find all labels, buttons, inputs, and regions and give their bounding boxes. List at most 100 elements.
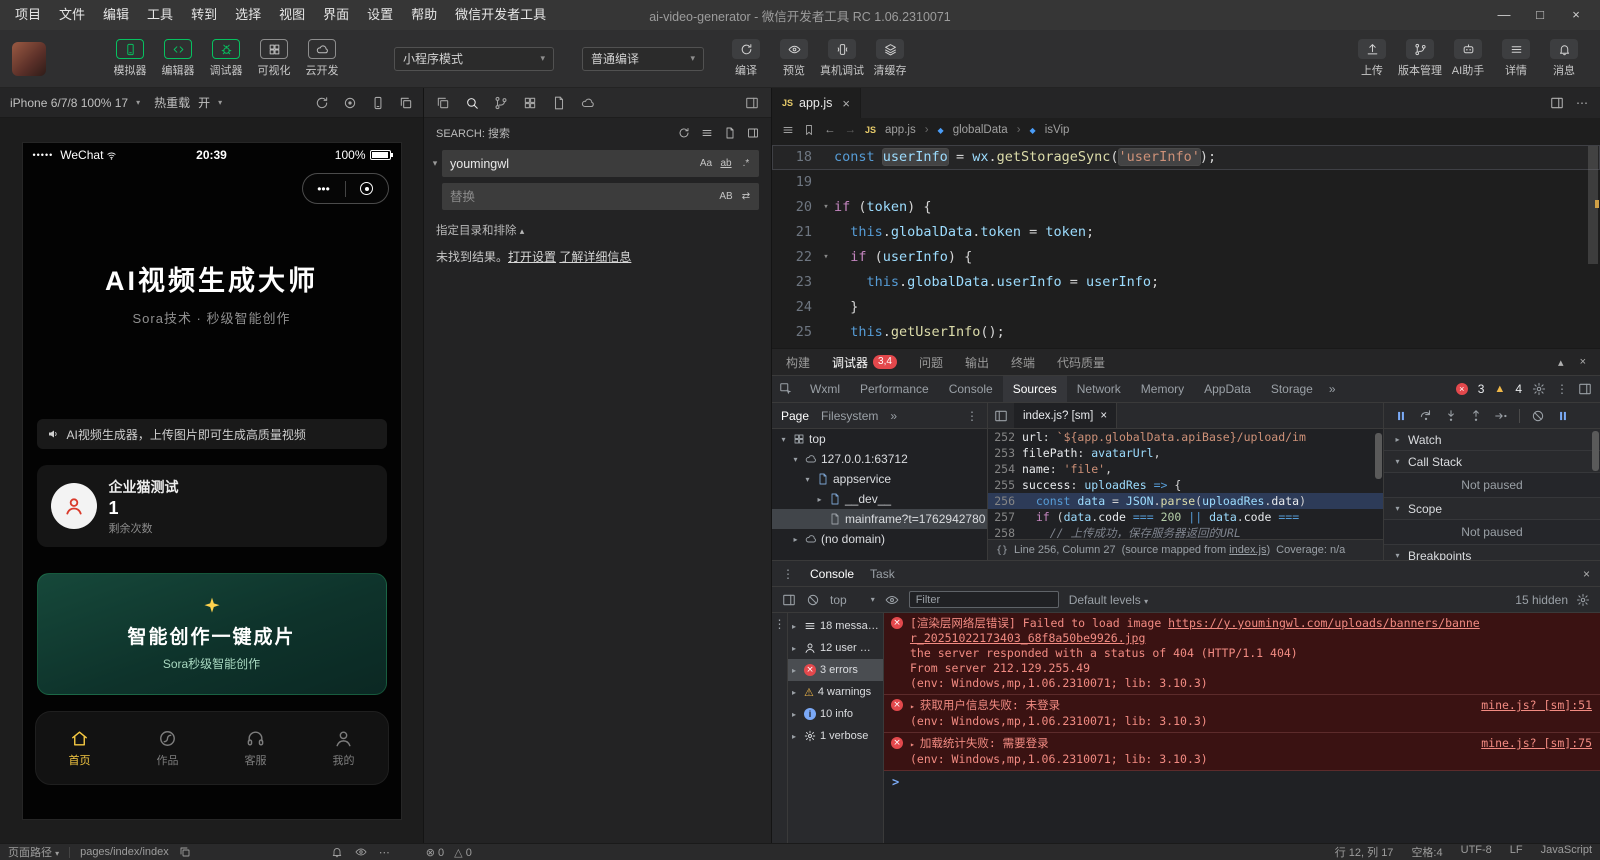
back-icon[interactable]: ← [824,124,836,136]
pretty-print-icon[interactable]: {} [996,545,1008,556]
page-path-select[interactable]: 页面路径 ▾ [8,844,59,860]
step-into-icon[interactable] [1444,409,1458,423]
menu-item-10[interactable]: 微信开发者工具 [446,0,555,30]
mode-select[interactable]: 小程序模式 ▾ [394,47,554,71]
console-filter-input[interactable] [909,591,1059,608]
toolbar-button-bug[interactable]: 调试器 [202,39,250,78]
toolbar-button-branch[interactable]: 版本管理 [1396,39,1444,78]
devtools-tab-console[interactable]: Console [939,376,1003,402]
devtools-tab-network[interactable]: Network [1067,376,1131,402]
hidden-count[interactable]: 15 hidden [1515,593,1568,607]
hot-reload-state[interactable]: 开 [198,94,210,111]
sidebar-section-call-stack[interactable]: ▾Call Stack [1384,451,1600,473]
levels-select[interactable]: Default levels ▾ [1069,593,1148,607]
phone-tab-2[interactable]: 客服 [226,729,286,768]
menu-item-0[interactable]: 项目 [6,0,50,30]
devtools-tab-appdata[interactable]: AppData [1194,376,1261,402]
devtools-tab-memory[interactable]: Memory [1131,376,1194,402]
sidebar-section-watch[interactable]: ▸Watch [1384,429,1600,451]
regex-button[interactable]: .* [736,154,756,174]
breadcrumb-symbol[interactable]: globalData [953,124,1008,136]
notifications-icon[interactable] [331,846,343,858]
toolbar-button-upload[interactable]: 上传 [1348,39,1396,78]
list-view-icon[interactable] [701,127,713,139]
sidebar-section-breakpoints[interactable]: ▾Breakpoints [1384,545,1600,560]
outline-icon[interactable] [782,124,794,136]
sidebar-scrollbar[interactable] [1592,431,1599,471]
user-avatar[interactable] [12,42,46,76]
step-icon[interactable] [1494,409,1508,423]
menu-item-3[interactable]: 工具 [138,0,182,30]
search-input[interactable] [450,157,696,171]
tab-task[interactable]: Task [870,567,895,581]
toolbar-button-code[interactable]: 编辑器 [154,39,202,78]
toolbar-button-eye[interactable]: 预览 [770,39,818,78]
match-case-button[interactable]: Aa [696,154,716,174]
refresh-icon[interactable] [678,127,690,139]
panel-tab-4[interactable]: 终端 [1011,354,1035,371]
pause-on-exceptions-icon[interactable] [1556,409,1570,423]
phone-icon[interactable] [371,96,385,110]
tab-page[interactable]: Page [781,409,809,423]
tab-filesystem[interactable]: Filesystem [821,409,878,423]
split-editor-icon[interactable] [1550,96,1564,110]
tree-item-1[interactable]: ▾127.0.0.1:63712 [772,449,987,469]
context-select[interactable]: top ▾ [830,593,875,607]
mapped-file-link[interactable]: index.js [1229,544,1266,556]
expand-icon[interactable]: ▾ [778,435,789,444]
expand-panel-icon[interactable]: ▴ [1558,356,1564,369]
preview-icon[interactable] [355,846,367,858]
console-settings-icon[interactable] [1576,593,1590,607]
clear-console-icon[interactable] [806,593,820,607]
close-console-icon[interactable]: × [1583,567,1590,581]
device-select[interactable]: iPhone 6/7/8 100% 17 [10,96,128,110]
expand-icon[interactable]: ▸ [790,535,801,544]
eol-setting[interactable]: LF [1510,844,1523,860]
user-quota-card[interactable]: 企业猫测试 1 剩余次数 [37,465,387,547]
toolbar-button-layers[interactable]: 清缓存 [866,39,914,78]
capsule-close-button[interactable] [346,182,388,195]
more-actions-icon[interactable]: ⋯ [1576,96,1588,110]
more-tabs-icon[interactable]: » [890,409,897,423]
more-icon[interactable]: ⋯ [379,846,390,859]
console-filter-2[interactable]: ▸×3 errors [788,659,883,681]
search-dirs-toggle[interactable]: 指定目录和排除 ▴ [424,216,771,240]
toolbar-button-menu[interactable]: 详情 [1492,39,1540,78]
panel-tab-0[interactable]: 构建 [786,354,810,371]
forward-icon[interactable]: → [845,124,857,136]
replace-all-button[interactable]: ⇄ [736,187,756,207]
devtools-tab-wxml[interactable]: Wxml [800,376,850,402]
tree-item-3[interactable]: ▸__dev__ [772,489,987,509]
console-sidebar-icon[interactable] [782,593,796,607]
toolbar-button-cloud[interactable]: 云开发 [298,39,346,78]
console-filter-3[interactable]: ▸⚠4 warnings [788,681,883,703]
expand-icon[interactable]: ▾ [802,475,813,484]
panel-tab-5[interactable]: 代码质量 [1057,354,1105,371]
create-cta-card[interactable]: 智能创作一键成片 Sora秒级智能创作 [37,573,387,695]
close-tab-icon[interactable]: × [842,96,850,111]
expand-icon[interactable]: ▾ [790,455,801,464]
toolbar-button-ai[interactable]: AI助手 [1444,39,1492,78]
rotate-icon[interactable] [315,96,329,110]
error-count[interactable]: 3 [1478,382,1485,396]
git-branch-icon[interactable] [494,96,508,110]
panel-tab-3[interactable]: 输出 [965,354,989,371]
phone-tab-3[interactable]: 我的 [314,729,374,768]
preserve-case-button[interactable]: AB [716,187,736,207]
close-button[interactable]: × [1558,0,1594,30]
panel-tab-1[interactable]: 调试器3,4 [832,354,897,371]
breadcrumb-member[interactable]: isVip [1045,124,1070,136]
collapse-icon[interactable] [747,127,759,139]
cursor-position[interactable]: 行 12, 列 17 [1335,844,1394,860]
source-link[interactable]: mine.js? [sm]:51 [1481,698,1592,713]
toolbar-button-grid[interactable]: 可视化 [250,39,298,78]
menu-item-6[interactable]: 视图 [270,0,314,30]
expand-icon[interactable]: ▸ [814,495,825,504]
open-file-icon[interactable] [724,127,736,139]
toolbar-button-bell[interactable]: 消息 [1540,39,1588,78]
problem-counts[interactable]: ⊗ 0 △ 0 [426,846,472,859]
page-path-value[interactable]: pages/index/index [80,846,169,858]
cloud-icon[interactable] [581,96,595,110]
capsule-menu-button[interactable]: ••• [303,182,345,196]
close-panel-icon[interactable]: × [1580,356,1586,369]
